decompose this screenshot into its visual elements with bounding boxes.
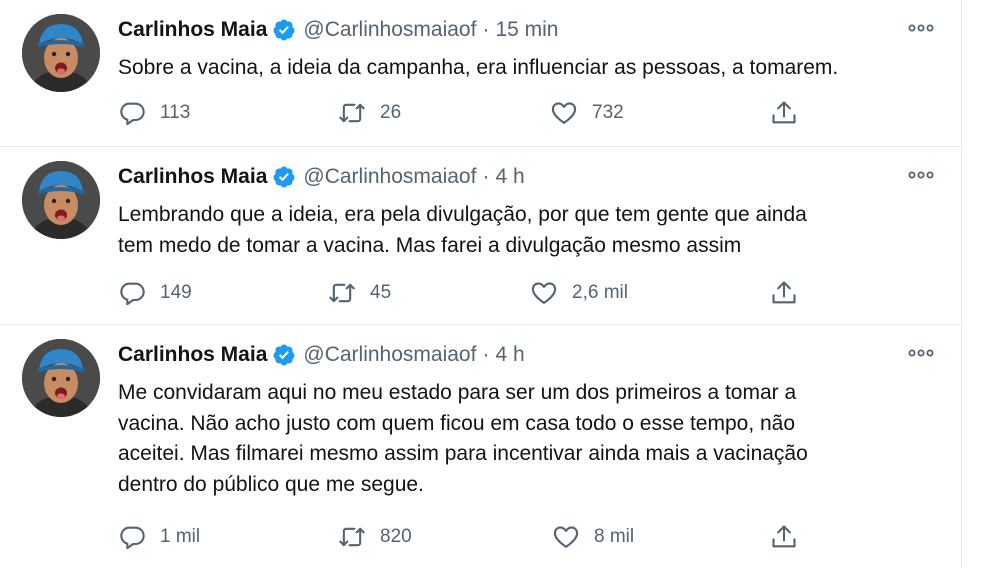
tweet-text-line: Me convidaram aqui no meu estado para se… (118, 381, 797, 404)
reply-icon (120, 282, 145, 306)
author-handle[interactable]: @Carlinhosmaiaof (303, 343, 476, 367)
more-icon[interactable] (907, 165, 935, 185)
retweet-button[interactable]: 26 (338, 98, 401, 128)
tweet-header: Carlinhos Maia @Carlinhosmaiaof · 4 h (118, 162, 525, 192)
reply-count: 113 (160, 102, 191, 123)
share-icon (772, 525, 796, 548)
tweet-actions: 1 mil 820 8 mil (118, 522, 818, 552)
tweet[interactable]: Carlinhos Maia @Carlinhosmaiaof · 4 h Le… (0, 147, 961, 325)
tweet-time[interactable]: 15 min (495, 18, 558, 42)
tweet-header: Carlinhos Maia @Carlinhosmaiaof · 15 min (118, 15, 558, 45)
avatar[interactable] (22, 14, 100, 92)
share-button[interactable] (770, 522, 798, 552)
reply-count: 1 mil (160, 526, 201, 547)
heart-icon (531, 282, 557, 304)
retweet-count: 820 (380, 526, 412, 547)
tweet-timeline: Carlinhos Maia @Carlinhosmaiaof · 15 min… (0, 0, 962, 568)
tweet-text: Sobre a vacina, a ideia da campanha, era… (118, 53, 918, 84)
reply-icon (120, 526, 145, 550)
tweet-text: Lembrando que a ideia, era pela divulgaç… (118, 200, 918, 261)
author-name[interactable]: Carlinhos Maia (118, 343, 267, 367)
tweet-text-line: vacina. Não acho justo com quem ficou em… (118, 411, 796, 435)
retweet-icon (329, 283, 355, 303)
heart-icon (553, 526, 579, 548)
more-icon[interactable] (907, 343, 935, 363)
like-button[interactable]: 732 (550, 98, 624, 128)
reply-button[interactable]: 149 (118, 278, 192, 308)
like-count: 2,6 mil (572, 282, 628, 303)
tweet-text-line: tem medo de tomar a vacina. Mas farei a … (118, 233, 742, 257)
heart-icon (551, 102, 577, 124)
author-handle[interactable]: @Carlinhosmaiaof (303, 18, 476, 42)
share-icon (772, 281, 796, 304)
retweet-button[interactable]: 820 (338, 522, 412, 552)
retweet-icon (339, 103, 365, 123)
verified-badge-icon (272, 165, 296, 189)
author-name[interactable]: Carlinhos Maia (118, 165, 267, 189)
tweet-text-line: dentro do público que me segue. (118, 472, 424, 496)
reply-count: 149 (160, 282, 192, 303)
share-button[interactable] (770, 278, 798, 308)
reply-button[interactable]: 113 (118, 98, 190, 128)
reply-button[interactable]: 1 mil (118, 522, 200, 552)
tweet-time[interactable]: 4 h (495, 165, 524, 189)
header-separator: · (482, 343, 490, 366)
tweet[interactable]: Carlinhos Maia @Carlinhosmaiaof · 15 min… (0, 0, 961, 147)
verified-badge-icon (272, 343, 296, 367)
avatar[interactable] (22, 161, 100, 239)
tweet-text: Me convidaram aqui no meu estado para se… (118, 378, 918, 500)
like-count: 8 mil (594, 526, 635, 547)
tweet[interactable]: Carlinhos Maia @Carlinhosmaiaof · 4 h Me… (0, 325, 961, 568)
retweet-count: 26 (380, 102, 402, 123)
share-button[interactable] (770, 98, 798, 128)
verified-badge-icon (272, 18, 296, 42)
tweet-time[interactable]: 4 h (495, 343, 524, 367)
like-button[interactable]: 2,6 mil (530, 278, 628, 308)
like-button[interactable]: 8 mil (552, 522, 634, 552)
header-separator: · (482, 165, 490, 188)
author-handle[interactable]: @Carlinhosmaiaof (303, 165, 476, 189)
tweet-actions: 113 26 732 (118, 98, 818, 128)
more-icon[interactable] (907, 18, 935, 38)
tweet-header: Carlinhos Maia @Carlinhosmaiaof · 4 h (118, 340, 525, 370)
reply-icon (120, 102, 145, 126)
retweet-button[interactable]: 45 (328, 278, 391, 308)
avatar[interactable] (22, 339, 100, 417)
header-separator: · (482, 18, 490, 41)
tweet-text-line: aceitei. Mas filmarei mesmo assim para i… (118, 442, 808, 465)
tweet-actions: 149 45 2,6 mil (118, 278, 818, 308)
like-count: 732 (592, 102, 624, 123)
tweet-text-line: Sobre a vacina, a ideia da campanha, era… (118, 56, 839, 79)
tweet-text-line: Lembrando que a ideia, era pela divulgaç… (118, 203, 807, 226)
retweet-icon (339, 527, 365, 547)
author-name[interactable]: Carlinhos Maia (118, 18, 267, 42)
share-icon (772, 101, 796, 124)
retweet-count: 45 (370, 282, 392, 303)
